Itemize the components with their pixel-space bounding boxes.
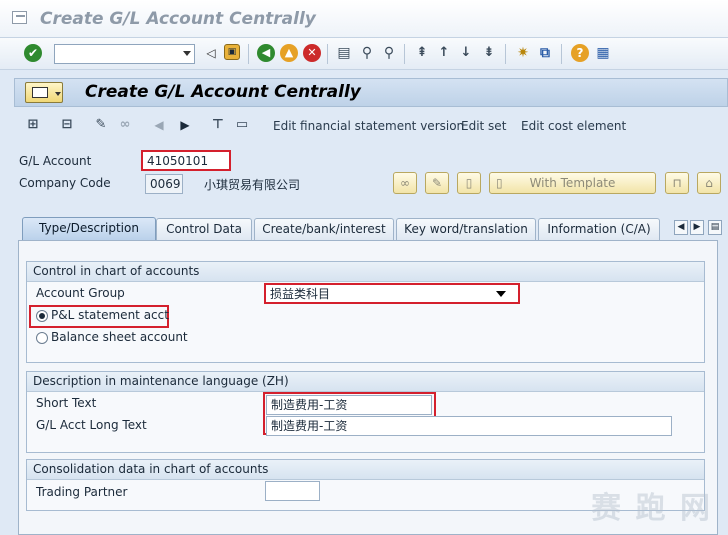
print-icon[interactable]: ▤ [335,44,353,62]
trading-partner-field[interactable] [265,481,320,501]
previous-page-icon[interactable]: ↑ [435,44,453,62]
cancel-icon[interactable]: ✕ [303,44,321,62]
window-title: Create G/L Account Centrally [40,9,316,29]
lock-icon[interactable]: ⊓ [665,172,689,194]
edit-set-link[interactable]: Edit set [461,119,506,133]
last-page-icon[interactable]: ⇟ [480,44,498,62]
delete-icon[interactable]: ⌂ [697,172,721,194]
create-icon[interactable]: ⊞ [24,116,42,134]
gl-account-label: G/L Account [19,154,92,168]
company-code-field[interactable]: 0069 [145,174,183,194]
create-page-icon[interactable]: ▯ [457,172,481,194]
tab-control-data[interactable]: Control Data [156,218,252,240]
note-icon[interactable]: ▭ [233,116,251,134]
first-page-icon[interactable]: ⇞ [413,44,431,62]
toolbar-separator [505,44,506,64]
short-text-label: Short Text [36,396,97,410]
edit-cost-element-link[interactable]: Edit cost element [521,119,626,133]
pl-statement-label[interactable]: P&L statement acct [51,308,169,322]
with-template-button[interactable]: ▯ With Template [489,172,656,194]
coa-control-group-title: Control in chart of accounts [27,262,704,282]
toolbar-separator [404,44,405,64]
tab-information-ca[interactable]: Information (C/A) [538,218,660,240]
window-title-bar: Create G/L Account Centrally [0,0,728,38]
shortcut-icon[interactable]: ⧉ [536,44,554,62]
company-code-label: Company Code [19,176,111,190]
tab-key-word-translation[interactable]: Key word/translation [396,218,536,240]
save-icon[interactable]: ▣ [224,44,240,60]
template-page-icon: ▯ [496,176,503,190]
help-icon[interactable]: ? [571,44,589,62]
tab-scroll-right-icon[interactable]: ▶ [690,220,704,235]
hierarchy-icon[interactable]: ⊟ [58,116,76,134]
with-template-label: With Template [529,176,616,190]
tab-type-description[interactable]: Type/Description [22,217,156,241]
change-pencil-icon[interactable]: ✎ [425,172,449,194]
description-group-title: Description in maintenance language (ZH) [27,372,704,392]
find-icon[interactable]: ⚲ [358,44,376,62]
tab-scroll-left-icon[interactable]: ◀ [674,220,688,235]
gl-account-field[interactable]: 41050101 [141,150,231,171]
long-text-field[interactable]: 制造费用-工资 [266,416,672,436]
screen-title-bar: Create G/L Account Centrally [14,78,728,107]
toolbar-separator [327,44,328,64]
account-group-label: Account Group [36,286,125,300]
next-icon[interactable]: ▶ [176,116,194,134]
standard-toolbar: ✔ ◁ ▣ ◀ ▲ ✕ ▤ ⚲ ⚲ ⇞ ↑ ↓ ⇟ ✷ ⧉ ? ▦ [0,38,728,70]
pl-statement-radio[interactable] [36,310,48,322]
balance-sheet-radio[interactable] [36,332,48,344]
enter-icon[interactable]: ✔ [24,44,42,62]
new-session-icon[interactable]: ✷ [514,44,532,62]
page-title: Create G/L Account Centrally [85,82,361,102]
edit-pencil-icon[interactable]: ✎ [92,116,110,134]
balance-sheet-label[interactable]: Balance sheet account [51,330,188,344]
command-field[interactable] [54,44,195,64]
find-next-icon[interactable]: ⚲ [380,44,398,62]
toolbar-separator [561,44,562,64]
short-text-field[interactable]: 制造费用-工资 [266,395,432,415]
watermark: 赛 跑 网 [591,491,712,526]
edit-fs-version-link[interactable]: Edit financial statement version [273,119,464,133]
previous-icon[interactable]: ◀ [150,116,168,134]
display-icon[interactable]: ∞ [393,172,417,194]
tab-create-bank-interest[interactable]: Create/bank/interest [254,218,394,240]
where-used-icon[interactable]: ⊤ [209,116,227,134]
exit-icon[interactable]: ▲ [280,44,298,62]
window-menu-icon[interactable] [12,11,27,24]
back-icon[interactable]: ◀ [257,44,275,62]
tab-list-icon[interactable]: ▤ [708,220,722,235]
account-group-value: 损益类科目 [270,287,331,301]
chevron-down-icon[interactable] [496,291,506,297]
trading-partner-label: Trading Partner [36,485,128,499]
account-group-select[interactable]: 损益类科目 [264,283,520,304]
long-text-label: G/L Acct Long Text [36,418,147,432]
consolidation-group-title: Consolidation data in chart of accounts [27,460,704,480]
menu-icon[interactable] [25,82,63,103]
chevron-down-icon[interactable] [183,51,191,56]
display-glasses-icon[interactable]: ∞ [116,116,134,134]
toolbar-separator [248,44,249,64]
collapse-icon[interactable]: ◁ [202,44,220,62]
application-toolbar: ⊞ ⊟ ✎ ∞ ◀ ▶ ⊤ ▭ Edit financial statement… [14,112,728,140]
company-name: 小琪贸易有限公司 [204,178,301,192]
next-page-icon[interactable]: ↓ [457,44,475,62]
customize-layout-icon[interactable]: ▦ [594,44,612,62]
